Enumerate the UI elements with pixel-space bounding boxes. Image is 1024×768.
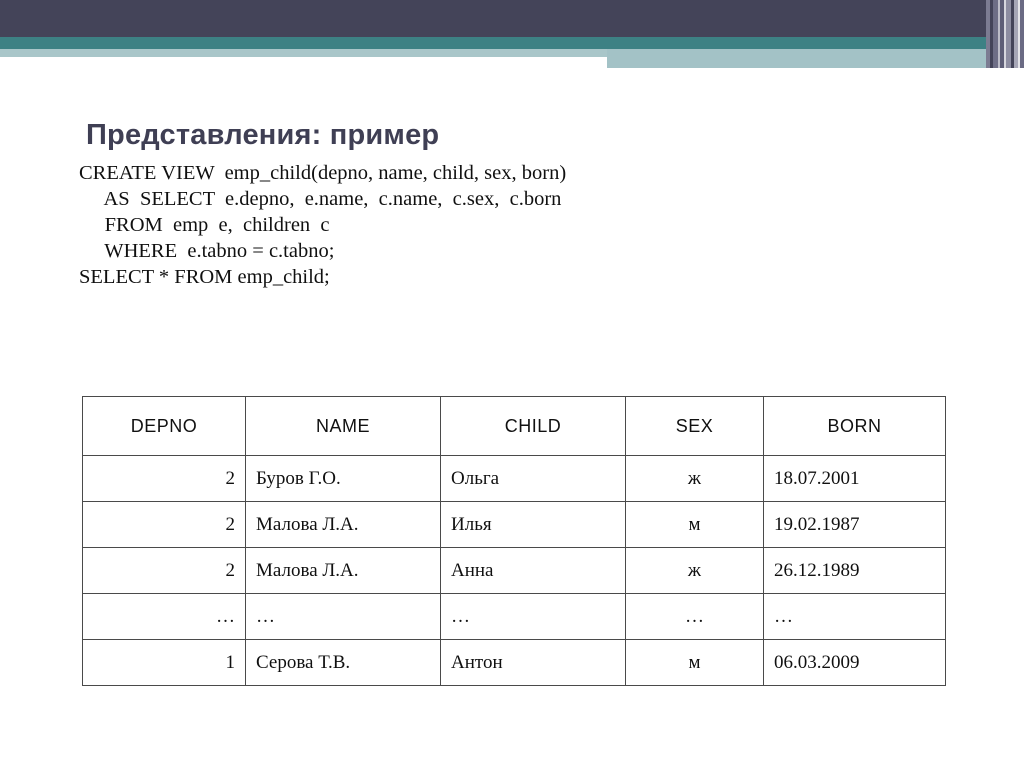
table-cell-born: 19.02.1987: [763, 501, 946, 548]
table-cell-name: Буров Г.О.: [245, 455, 441, 502]
table-cell-sex: ж: [625, 547, 764, 594]
table-cell-name: Малова Л.А.: [245, 501, 441, 548]
table-cell-sex: м: [625, 501, 764, 548]
table-column-header-born: BORN: [763, 396, 946, 456]
table-cell-depno: 2: [82, 455, 246, 502]
banner-band-pale-left: [0, 49, 607, 57]
table-row: 2 Малова Л.А. Илья м 19.02.1987: [82, 501, 946, 548]
sql-code-line-2: FROM emp e, children c: [79, 214, 330, 236]
table-cell-sex: ж: [625, 455, 764, 502]
table-column-header-child: CHILD: [440, 396, 626, 456]
banner-stripe-10: [1020, 0, 1024, 68]
banner-band-pale-right: [607, 49, 1024, 68]
table-header: DEPNO NAME CHILD SEX BORN: [82, 396, 946, 456]
table-cell-name: …: [245, 593, 441, 640]
sql-code-line-4: SELECT * FROM emp_child;: [79, 266, 330, 288]
table-cell-child: Анна: [440, 547, 626, 594]
sql-code-block: CREATE VIEW emp_child(depno, name, child…: [79, 160, 566, 290]
table-cell-name: Малова Л.А.: [245, 547, 441, 594]
table-cell-depno: …: [82, 593, 246, 640]
banner-stripe-decoration: [986, 0, 1024, 68]
table-cell-child: Антон: [440, 639, 626, 686]
table-header-row: DEPNO NAME CHILD SEX BORN: [82, 396, 946, 456]
table-column-header-sex: SEX: [625, 396, 764, 456]
table-cell-child: Илья: [440, 501, 626, 548]
sql-code-line-0: CREATE VIEW emp_child(depno, name, child…: [79, 162, 567, 184]
table-cell-name: Серова Т.В.: [245, 639, 441, 686]
banner-band-teal: [0, 37, 1024, 49]
table-cell-child: …: [440, 593, 626, 640]
query-result-table: DEPNO NAME CHILD SEX BORN 2 Буров Г.О. Ольга ж 1…: [82, 396, 946, 686]
table-row: 1 Серова Т.В. Антон м 06.03.2009: [82, 639, 946, 686]
header-banner: [0, 0, 1024, 70]
table-row: 2 Малова Л.А. Анна ж 26.12.1989: [82, 547, 946, 594]
table-cell-born: 06.03.2009: [763, 639, 946, 686]
table-cell-sex: …: [625, 593, 764, 640]
table-cell-sex: м: [625, 639, 764, 686]
sql-code-line-1: AS SELECT e.depno, e.name, c.name, c.sex…: [79, 188, 562, 210]
table-cell-depno: 2: [82, 501, 246, 548]
table-cell-born: …: [763, 593, 946, 640]
table-column-header-name: NAME: [245, 396, 441, 456]
table-cell-child: Ольга: [440, 455, 626, 502]
table-row: 2 Буров Г.О. Ольга ж 18.07.2001: [82, 455, 946, 502]
banner-band-navy: [0, 0, 1024, 37]
table-column-header-depno: DEPNO: [82, 396, 246, 456]
table-cell-depno: 2: [82, 547, 246, 594]
table-cell-born: 26.12.1989: [763, 547, 946, 594]
table-row: ……………: [82, 593, 946, 640]
page-title: Представления: пример: [86, 119, 440, 152]
table-body: 2 Буров Г.О. Ольга ж 18.07.2001 2 Малова Л.А. И…: [82, 455, 946, 686]
sql-code-line-3: WHERE e.tabno = c.tabno;: [79, 240, 335, 262]
table-cell-born: 18.07.2001: [763, 455, 946, 502]
table-cell-depno: 1: [82, 639, 246, 686]
